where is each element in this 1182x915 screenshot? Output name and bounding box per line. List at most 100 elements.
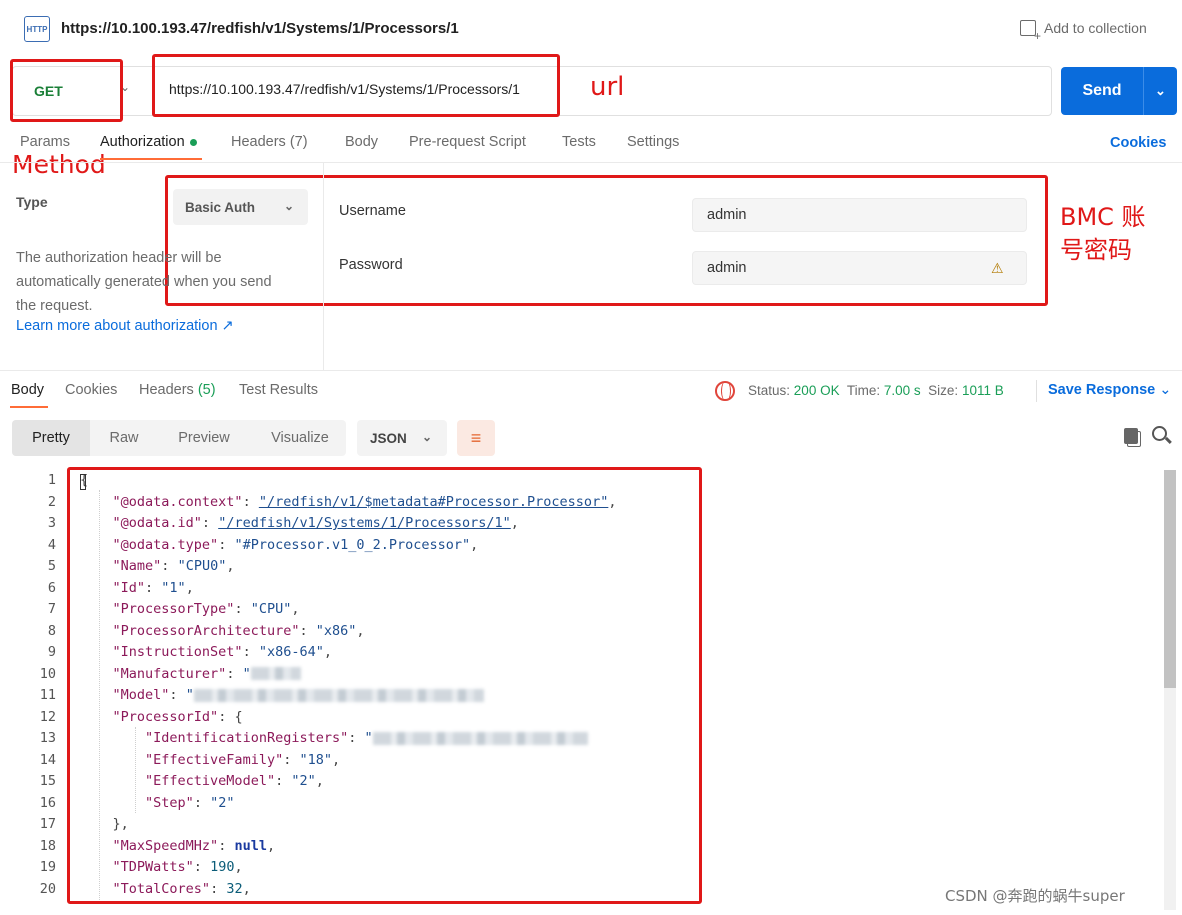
status-value[interactable]: 200 OK [794, 383, 840, 398]
username-input[interactable]: admin [692, 198, 1027, 232]
json-value: "x86-64" [258, 644, 324, 660]
code-text: "Step": "2" [145, 794, 235, 811]
tab-tests[interactable]: Tests [562, 134, 596, 150]
divider [0, 162, 1182, 163]
bmc-annotation-line1: BMC 账 [1060, 203, 1146, 231]
view-preview-button[interactable]: Preview [165, 420, 243, 456]
json-link-value[interactable]: "/redfish/v1/Systems/1/Processors/1" [218, 515, 511, 531]
response-tab-headers[interactable]: Headers (5) [139, 382, 216, 398]
time-label: Time: [846, 383, 881, 398]
send-button[interactable]: Send ⌄ [1061, 67, 1177, 115]
format-select[interactable]: JSON ⌄ [357, 420, 447, 456]
redacted-value [372, 731, 588, 745]
wrap-lines-icon: ≡ [470, 427, 482, 448]
line-number: 10 [39, 665, 56, 682]
json-key: "EffectiveFamily" [145, 751, 284, 768]
tab-params[interactable]: Params [20, 134, 70, 150]
code-text: "ProcessorId": { [112, 708, 243, 725]
search-icon[interactable] [1152, 426, 1167, 441]
line-number: 14 [39, 751, 56, 768]
code-text: "ProcessorArchitecture": "x86", [112, 622, 365, 639]
network-globe-icon[interactable] [715, 381, 735, 401]
code-line: 8 "ProcessorArchitecture": "x86", [0, 621, 1160, 643]
copy-icon[interactable] [1124, 428, 1138, 444]
line-number: 13 [39, 730, 56, 746]
size-value[interactable]: 1011 B [962, 383, 1004, 398]
json-key: "@odata.context" [112, 493, 243, 510]
line-number: 9 [47, 644, 56, 660]
line-number: 7 [47, 601, 56, 617]
password-input[interactable]: admin [692, 251, 1027, 285]
code-line: 1{ [0, 470, 1160, 492]
json-value: "2" [210, 794, 235, 811]
code-text: "IdentificationRegisters": " [80, 728, 588, 750]
tab-headers[interactable]: Headers (7) [231, 134, 308, 150]
code-line: 14 "EffectiveFamily": "18", [0, 750, 1160, 772]
tab-authorization-label: Authorization [100, 134, 185, 150]
view-visualize-button[interactable]: Visualize [258, 420, 342, 456]
line-number: 5 [47, 558, 56, 574]
add-to-collection-button[interactable]: Add to collection [1020, 20, 1147, 43]
auth-description-line: The authorization header will be [16, 250, 222, 266]
tab-authorization[interactable]: Authorization [100, 134, 197, 150]
tab-pre-request-script[interactable]: Pre-request Script [409, 134, 526, 150]
send-label: Send [1082, 82, 1122, 99]
tab-settings[interactable]: Settings [627, 134, 679, 150]
response-tab-body[interactable]: Body [11, 382, 44, 398]
response-body-viewer[interactable]: 1{ 2 "@odata.context": "/redfish/v1/$met… [0, 470, 1160, 900]
tab-body[interactable]: Body [345, 134, 378, 150]
response-tab-cookies[interactable]: Cookies [65, 382, 117, 398]
time-value[interactable]: 7.00 s [884, 383, 921, 398]
auth-type-label: Type [16, 194, 48, 210]
line-number: 17 [39, 816, 56, 832]
chevron-down-icon[interactable]: ⌄ [1144, 83, 1177, 99]
save-response-label: Save Response [1048, 382, 1156, 398]
json-value: null [234, 837, 267, 854]
warning-icon[interactable]: ⚠ [991, 260, 1004, 277]
line-number: 15 [39, 773, 56, 789]
json-value: "#Processor.v1_0_2.Processor" [234, 536, 471, 553]
json-value: "x86" [315, 622, 357, 639]
code-text: "Id": "1", [112, 579, 194, 596]
json-key: "ProcessorArchitecture" [112, 622, 300, 639]
response-tab-headers-label: Headers [139, 382, 194, 398]
code-text: "InstructionSet": "x86-64", [112, 644, 332, 660]
password-label: Password [339, 257, 403, 273]
active-dot-icon [189, 138, 197, 146]
json-key: "Name" [112, 558, 162, 574]
view-pretty-button[interactable]: Pretty [12, 420, 90, 456]
line-number: 2 [47, 493, 56, 510]
method-annotation: Method [12, 150, 106, 179]
code-line: 10 "Manufacturer": " [0, 664, 1160, 686]
divider [323, 163, 324, 371]
json-value: " [242, 665, 251, 682]
cookies-link[interactable]: Cookies [1110, 135, 1166, 151]
auth-description-line: the request. [16, 298, 93, 314]
status-label: Status: [748, 383, 791, 398]
line-number: 3 [47, 515, 56, 531]
json-key: "IdentificationRegisters" [145, 730, 349, 746]
json-key: "MaxSpeedMHz" [112, 837, 219, 854]
text-cursor [80, 474, 86, 490]
scrollbar-thumb[interactable] [1164, 470, 1176, 688]
code-line: 19 "TDPWatts": 190, [0, 857, 1160, 879]
learn-more-link[interactable]: Learn more about authorization ↗ [16, 318, 234, 334]
line-number: 8 [47, 622, 56, 639]
divider [0, 370, 1182, 371]
json-link-value[interactable]: "/redfish/v1/$metadata#Processor.Process… [259, 494, 609, 510]
auth-type-select[interactable]: Basic Auth ⌄ [173, 189, 308, 225]
response-tab-test-results[interactable]: Test Results [239, 382, 318, 398]
view-raw-button[interactable]: Raw [98, 420, 150, 456]
code-line: 11 "Model": " [0, 685, 1160, 707]
json-key: "TotalCores" [112, 880, 211, 897]
json-value: " [185, 687, 194, 703]
request-title[interactable]: https://10.100.193.47/redfish/v1/Systems… [61, 20, 459, 37]
json-key: "InstructionSet" [112, 644, 243, 660]
code-line: 3 "@odata.id": "/redfish/v1/Systems/1/Pr… [0, 513, 1160, 535]
wrap-lines-button[interactable]: ≡ [457, 420, 495, 456]
save-response-button[interactable]: Save Response ⌄ [1048, 382, 1171, 398]
json-value: "CPU" [250, 601, 292, 617]
code-line: 16 "Step": "2" [0, 793, 1160, 815]
code-text: "Manufacturer": " [80, 664, 301, 686]
line-number: 18 [39, 837, 56, 854]
